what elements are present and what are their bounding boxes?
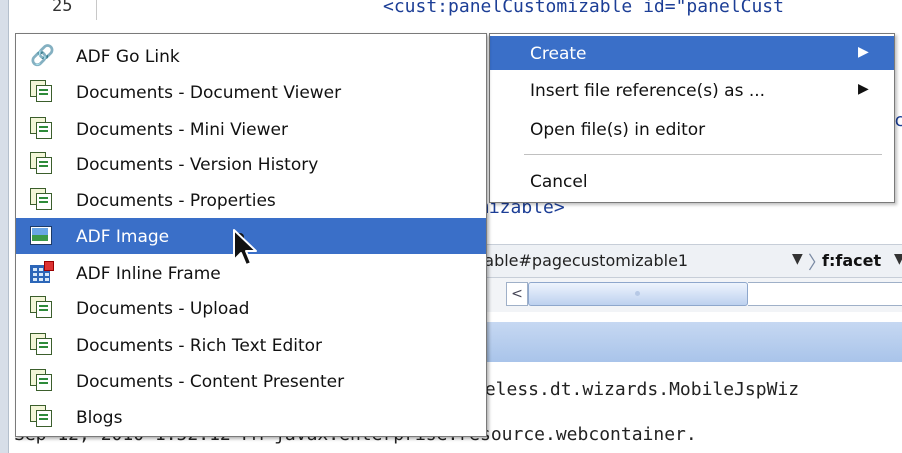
menu-item-cancel[interactable]: Cancel bbox=[490, 164, 894, 198]
submenu-item-label: Documents - Mini Viewer bbox=[76, 120, 288, 140]
chevron-down-icon[interactable]: ▼ bbox=[792, 251, 803, 267]
menu-item-label: Open file(s) in editor bbox=[530, 120, 706, 140]
submenu-arrow-icon: ▶ bbox=[858, 44, 869, 60]
documents-icon bbox=[30, 152, 52, 174]
context-menu: Create ▶ Insert file reference(s) as ...… bbox=[489, 33, 895, 203]
submenu-item-label: Documents - Upload bbox=[76, 299, 250, 319]
menu-item-label: Cancel bbox=[530, 172, 588, 192]
submenu-item-rich-text-editor[interactable]: Documents - Rich Text Editor bbox=[16, 327, 486, 363]
submenu-item-label: Documents - Document Viewer bbox=[76, 83, 342, 103]
code-line-top[interactable]: <cust:panelCustomizable id="panelCust bbox=[383, 0, 784, 17]
breadcrumb: table#pagecustomizable1 ▼ 〉 f:facet ▼ bbox=[470, 244, 902, 278]
documents-icon bbox=[30, 188, 52, 210]
submenu-item-label: Documents - Version History bbox=[76, 155, 319, 175]
scroll-left-button[interactable]: < bbox=[506, 282, 528, 306]
submenu-item-blogs[interactable]: Blogs bbox=[16, 399, 486, 435]
submenu-item-content-presenter[interactable]: Documents - Content Presenter bbox=[16, 363, 486, 399]
menu-item-create[interactable]: Create ▶ bbox=[490, 36, 894, 70]
submenu-item-label: Documents - Properties bbox=[76, 191, 276, 211]
log-line: reless.dt.wizards.MobileJspWiz bbox=[474, 379, 800, 400]
menu-item-insert-file-reference[interactable]: Insert file reference(s) as ... ▶ bbox=[490, 73, 894, 107]
documents-icon bbox=[30, 80, 52, 102]
line-number: 25 bbox=[52, 0, 73, 16]
documents-icon bbox=[30, 117, 52, 139]
submenu-item-mini-viewer[interactable]: Documents - Mini Viewer bbox=[16, 111, 486, 147]
documents-icon bbox=[30, 333, 52, 355]
submenu-item-label: Blogs bbox=[76, 408, 123, 428]
submenu-item-label: ADF Go Link bbox=[76, 47, 180, 67]
breadcrumb-item-facet[interactable]: f:facet bbox=[822, 251, 881, 270]
mouse-cursor-icon bbox=[233, 229, 257, 266]
submenu-item-label: ADF Inline Frame bbox=[76, 264, 221, 284]
submenu-item-label: Documents - Content Presenter bbox=[76, 372, 345, 392]
log-panel-header bbox=[470, 322, 902, 362]
horizontal-scrollbar-track[interactable] bbox=[748, 282, 902, 306]
gutter-separator bbox=[96, 0, 97, 20]
image-icon bbox=[30, 224, 52, 246]
editor-left-strip bbox=[0, 0, 9, 453]
submenu-item-version-history[interactable]: Documents - Version History bbox=[16, 146, 486, 182]
scrollbar-grip-icon bbox=[635, 291, 640, 296]
submenu-item-adf-go-link[interactable]: 🔗 ADF Go Link bbox=[16, 38, 486, 74]
breadcrumb-item-table[interactable]: table#pagecustomizable1 bbox=[478, 251, 688, 270]
submenu-item-document-viewer[interactable]: Documents - Document Viewer bbox=[16, 74, 486, 110]
horizontal-scrollbar-thumb[interactable] bbox=[528, 282, 748, 306]
documents-icon bbox=[30, 296, 52, 318]
submenu-item-upload[interactable]: Documents - Upload bbox=[16, 290, 486, 326]
submenu-item-properties[interactable]: Documents - Properties bbox=[16, 182, 486, 218]
menu-separator bbox=[524, 154, 882, 155]
inline-frame-icon bbox=[30, 261, 54, 283]
menu-item-label: Create bbox=[530, 44, 587, 64]
submenu-item-label: ADF Image bbox=[76, 227, 170, 247]
documents-icon bbox=[30, 405, 52, 427]
submenu-arrow-icon: ▶ bbox=[858, 81, 869, 97]
menu-item-label: Insert file reference(s) as ... bbox=[530, 81, 766, 101]
horizontal-scroll-row: y < bbox=[470, 278, 902, 312]
submenu-item-label: Documents - Rich Text Editor bbox=[76, 336, 323, 356]
menu-item-open-in-editor[interactable]: Open file(s) in editor bbox=[490, 112, 894, 146]
documents-icon bbox=[30, 369, 52, 391]
link-icon: 🔗 bbox=[30, 43, 55, 67]
code-fragment[interactable]: c bbox=[894, 110, 902, 131]
chevron-down-icon[interactable]: ▼ bbox=[894, 251, 902, 267]
